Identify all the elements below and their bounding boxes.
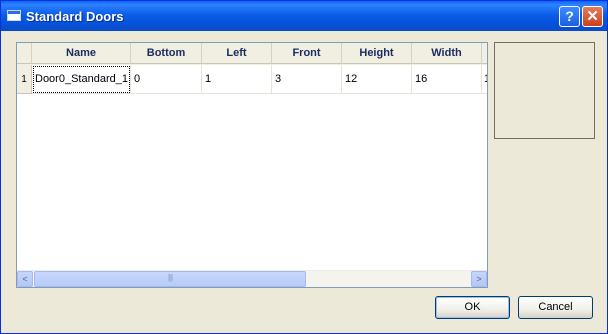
- cell-left[interactable]: 1: [202, 65, 272, 94]
- dialog-window: Standard Doors ? ✕ Name Bottom Left Fron…: [0, 0, 608, 334]
- column-header-left[interactable]: Left: [202, 43, 272, 64]
- table-header: Name Bottom Left Front Height Width: [17, 43, 487, 65]
- row-header[interactable]: 1: [17, 65, 32, 94]
- cell-front[interactable]: 3: [272, 65, 342, 94]
- corner-header[interactable]: [17, 43, 32, 64]
- help-button[interactable]: ?: [559, 6, 580, 27]
- column-header-name[interactable]: Name: [32, 43, 131, 64]
- preview-panel: [494, 42, 595, 139]
- cell-overflow[interactable]: 1: [482, 65, 487, 94]
- column-header-bottom[interactable]: Bottom: [131, 43, 202, 64]
- doors-table[interactable]: Name Bottom Left Front Height Width 1 Do…: [16, 42, 488, 288]
- window-title: Standard Doors: [26, 9, 124, 24]
- scroll-right-icon[interactable]: >: [471, 271, 487, 287]
- cell-width[interactable]: 16: [412, 65, 482, 94]
- column-header-height[interactable]: Height: [342, 43, 412, 64]
- column-header-front[interactable]: Front: [272, 43, 342, 64]
- scroll-thumb[interactable]: ||||: [34, 271, 306, 287]
- horizontal-scrollbar[interactable]: < |||| >: [17, 270, 487, 287]
- table-row[interactable]: 1 Door0_Standard_1 0 1 3 12 16 1: [17, 65, 487, 94]
- window-icon: [7, 10, 21, 21]
- cell-name[interactable]: Door0_Standard_1: [32, 65, 131, 94]
- cell-bottom[interactable]: 0: [131, 65, 202, 94]
- ok-button[interactable]: OK: [435, 296, 510, 319]
- title-bar[interactable]: Standard Doors ? ✕: [1, 1, 607, 31]
- scroll-left-icon[interactable]: <: [17, 271, 33, 287]
- close-button[interactable]: ✕: [582, 6, 603, 27]
- cancel-button[interactable]: Cancel: [518, 296, 593, 319]
- column-header-width[interactable]: Width: [412, 43, 482, 64]
- cell-height[interactable]: 12: [342, 65, 412, 94]
- column-header-overflow[interactable]: [482, 43, 487, 64]
